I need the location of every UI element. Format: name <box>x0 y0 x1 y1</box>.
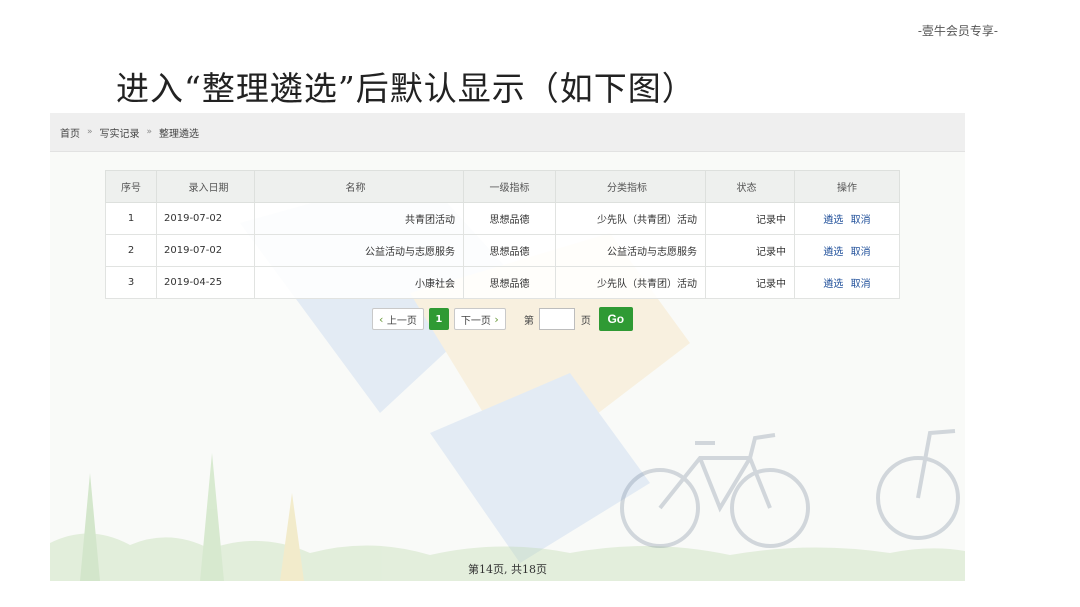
current-page-button[interactable]: 1 <box>428 308 449 330</box>
cell-level1: 思想品德 <box>463 266 556 299</box>
prev-page-label: 上一页 <box>386 315 417 327</box>
chevron-left-icon: ‹ <box>379 312 387 326</box>
next-page-label: 下一页 <box>460 315 491 327</box>
header-name: 名称 <box>254 170 464 203</box>
table-header-row: 序号 录入日期 名称 一级指标 分类指标 状态 操作 <box>105 170 900 203</box>
go-button[interactable]: Go <box>598 307 633 331</box>
prev-page-button[interactable]: ‹ 上一页 <box>372 308 424 330</box>
cell-level1: 思想品德 <box>463 202 556 235</box>
header-level1: 一级指标 <box>463 170 556 203</box>
cell-index: 1 <box>105 202 157 235</box>
cancel-link[interactable]: 取消 <box>851 215 871 226</box>
cell-operations: 遴选 取消 <box>794 234 900 267</box>
cell-date: 2019-04-25 <box>156 266 255 299</box>
select-link[interactable]: 遴选 <box>823 279 843 290</box>
header-category: 分类指标 <box>555 170 706 203</box>
cell-status: 记录中 <box>705 234 795 267</box>
cell-index: 2 <box>105 234 157 267</box>
bicycle-drawing <box>620 429 960 548</box>
cell-level1: 思想品德 <box>463 234 556 267</box>
next-page-button[interactable]: 下一页 › <box>453 308 506 330</box>
slide-title: 进入“整理遴选”后默认显示（如下图） <box>116 69 696 108</box>
chevron-right-icon: › <box>490 312 499 326</box>
cell-category: 公益活动与志愿服务 <box>555 234 706 267</box>
cell-operations: 遴选 取消 <box>794 202 900 235</box>
header-status: 状态 <box>705 170 795 203</box>
cell-index: 3 <box>105 266 157 299</box>
cell-date: 2019-07-02 <box>156 234 255 267</box>
header-date: 录入日期 <box>156 170 255 203</box>
records-table: 序号 录入日期 名称 一级指标 分类指标 状态 操作 1 2019-07-02 … <box>105 170 900 299</box>
cell-name: 公益活动与志愿服务 <box>254 234 464 267</box>
header-operations: 操作 <box>794 170 900 203</box>
select-link[interactable]: 遴选 <box>823 247 843 258</box>
cancel-link[interactable]: 取消 <box>851 247 871 258</box>
table-row: 2 2019-07-02 公益活动与志愿服务 思想品德 公益活动与志愿服务 记录… <box>105 234 900 267</box>
header-index: 序号 <box>105 170 157 203</box>
cell-status: 记录中 <box>705 202 795 235</box>
pagination: ‹ 上一页 1 下一页 › 第 页 Go <box>372 307 633 331</box>
table-row: 3 2019-04-25 小康社会 思想品德 少先队（共青团）活动 记录中 遴选… <box>105 266 900 299</box>
document-tag: -壹牛会员专享- <box>917 24 998 38</box>
cell-name: 共青团活动 <box>254 202 464 235</box>
cancel-link[interactable]: 取消 <box>851 279 871 290</box>
table-row: 1 2019-07-02 共青团活动 思想品德 少先队（共青团）活动 记录中 遴… <box>105 202 900 235</box>
cell-date: 2019-07-02 <box>156 202 255 235</box>
cell-category: 少先队（共青团）活动 <box>555 202 706 235</box>
page-suffix-label: 页 <box>580 315 591 327</box>
page-footer: 第14页, 共18页 <box>468 563 547 576</box>
select-link[interactable]: 遴选 <box>823 215 843 226</box>
cell-category: 少先队（共青团）活动 <box>555 266 706 299</box>
app-screenshot: 首页 » 写实记录 » 整理遴选 序号 录入日期 名称 一级指标 分类指标 状态… <box>50 113 965 581</box>
cell-operations: 遴选 取消 <box>794 266 900 299</box>
cell-name: 小康社会 <box>254 266 464 299</box>
cell-status: 记录中 <box>705 266 795 299</box>
page-number-input[interactable] <box>538 308 575 330</box>
page-prefix-label: 第 <box>523 315 534 327</box>
